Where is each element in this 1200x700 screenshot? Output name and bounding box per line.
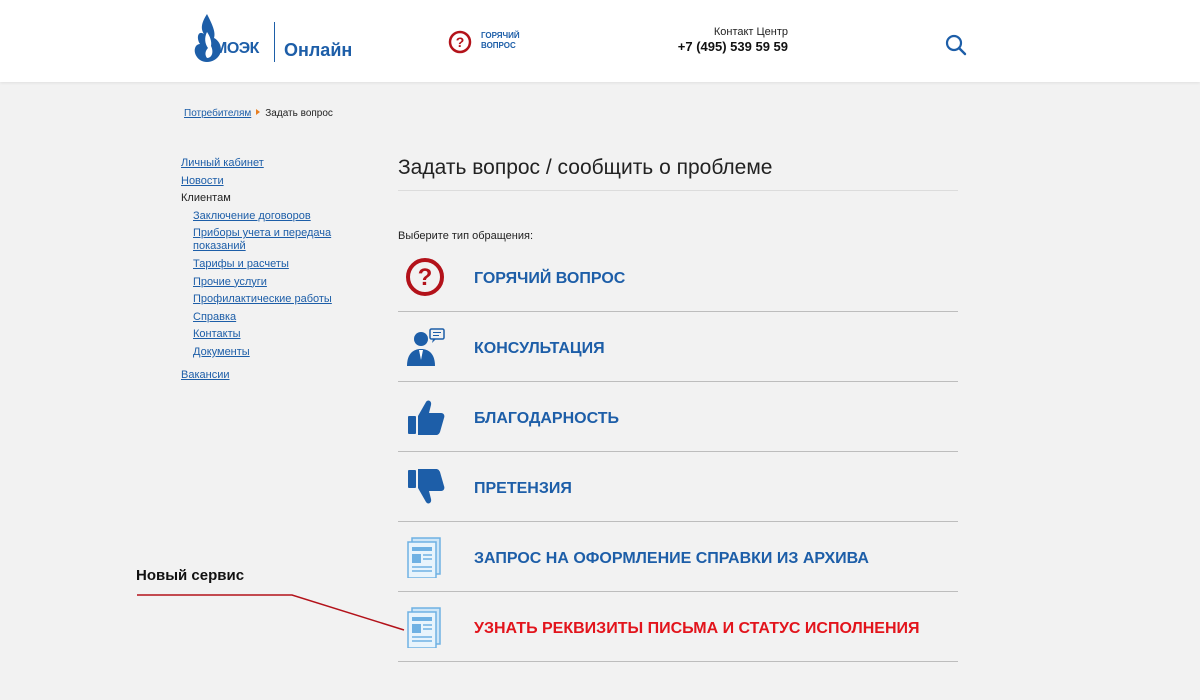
option-label: ПРЕТЕНЗИЯ: [474, 480, 572, 497]
option-letter-status[interactable]: УЗНАТЬ РЕКВИЗИТЫ ПИСЬМА И СТАТУС ИСПОЛНЕ…: [398, 592, 958, 662]
sidebar-item-contracts[interactable]: Заключение договоров: [181, 210, 343, 223]
thumbs-down-icon: [408, 469, 445, 504]
option-divider: [398, 661, 958, 662]
sidebar-item-vacancies[interactable]: Вакансии: [181, 369, 361, 382]
option-label: БЛАГОДАРНОСТЬ: [474, 410, 620, 427]
contact-phone[interactable]: +7 (495) 539 59 59: [640, 39, 788, 54]
document-icon: [407, 537, 441, 578]
logo-subtitle: Онлайн: [284, 40, 353, 60]
svg-text:?: ?: [456, 34, 465, 50]
contact-center: Контакт Центр +7 (495) 539 59 59: [640, 26, 788, 54]
question-icon: ?: [406, 258, 444, 296]
search-icon[interactable]: [944, 33, 968, 57]
logo-divider: [274, 22, 275, 62]
breadcrumb-arrow-icon: [256, 109, 261, 115]
svg-text:?: ?: [418, 264, 433, 291]
sidebar-item-tariffs[interactable]: Тарифы и расчеты: [181, 258, 343, 271]
option-claim[interactable]: ПРЕТЕНЗИЯ: [398, 452, 958, 522]
contact-label: Контакт Центр: [713, 26, 788, 38]
option-label: ГОРЯЧИЙ ВОПРОС: [474, 270, 626, 287]
question-icon: ?: [448, 30, 472, 54]
title-divider: [398, 190, 958, 191]
request-type-prompt: Выберите тип обращения:: [398, 230, 534, 242]
logo-text: МОЭК: [214, 40, 259, 57]
breadcrumb: Потребителям Задать вопрос: [184, 108, 333, 119]
sidebar-item-maintenance[interactable]: Профилактические работы: [181, 293, 343, 306]
sidebar-section-clients: Клиентам: [181, 192, 231, 205]
site-header: МОЭК Онлайн ? ГОРЯЧИЙ ВОПРОС Контакт Цен…: [0, 0, 1200, 82]
breadcrumb-current: Задать вопрос: [265, 108, 333, 119]
option-gratitude[interactable]: БЛАГОДАРНОСТЬ: [398, 382, 958, 452]
option-label: ЗАПРОС НА ОФОРМЛЕНИЕ СПРАВКИ ИЗ АРХИВА: [474, 550, 869, 567]
sidebar-item-documents[interactable]: Документы: [181, 346, 343, 359]
new-service-annotation: Новый сервис: [136, 567, 245, 584]
sidebar-item-other-services[interactable]: Прочие услуги: [181, 276, 343, 289]
consultant-icon: [407, 328, 445, 366]
page-title: Задать вопрос / сообщить о проблеме: [398, 156, 773, 179]
breadcrumb-parent-link[interactable]: Потребителям: [184, 108, 251, 119]
option-consultation[interactable]: КОНСУЛЬТАЦИЯ: [398, 312, 958, 382]
sidebar-item-help[interactable]: Справка: [181, 311, 343, 324]
document-icon: [407, 607, 441, 648]
option-archive-certificate[interactable]: ЗАПРОС НА ОФОРМЛЕНИЕ СПРАВКИ ИЗ АРХИВА: [398, 522, 958, 592]
sidebar-item-contacts[interactable]: Контакты: [181, 328, 343, 341]
option-label: УЗНАТЬ РЕКВИЗИТЫ ПИСЬМА И СТАТУС ИСПОЛНЕ…: [474, 620, 920, 637]
sidebar-item-meters[interactable]: Приборы учета и передача показаний: [181, 227, 343, 253]
sidebar-item-news[interactable]: Новости: [181, 175, 361, 188]
thumbs-up-icon: [408, 400, 445, 435]
option-hot-question[interactable]: ? ГОРЯЧИЙ ВОПРОС: [398, 242, 958, 312]
hot-question-label: ГОРЯЧИЙ ВОПРОС: [481, 31, 520, 50]
sidebar-nav: Личный кабинет Новости Клиентам Заключен…: [181, 157, 361, 387]
option-label: КОНСУЛЬТАЦИЯ: [474, 340, 605, 357]
moek-logo[interactable]: МОЭК Онлайн: [190, 10, 360, 66]
sidebar-item-personal-account[interactable]: Личный кабинет: [181, 157, 361, 170]
